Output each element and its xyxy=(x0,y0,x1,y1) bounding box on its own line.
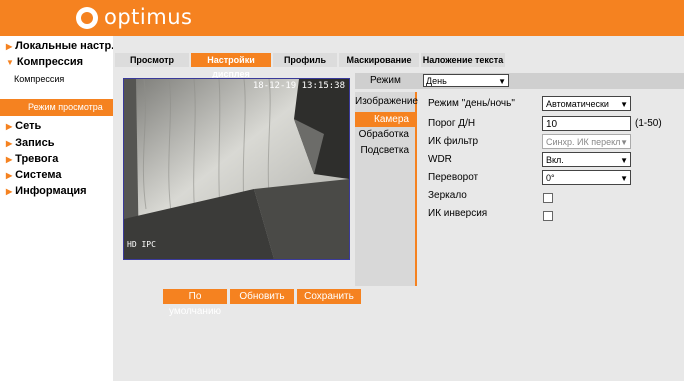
arrow-right-icon: ▶ xyxy=(6,122,13,131)
chevron-down-icon: ▼ xyxy=(620,100,628,109)
sidebar-item-network[interactable]: ▶ Сеть xyxy=(6,120,41,132)
threshold-range-hint: (1-50) xyxy=(635,118,662,129)
sidebar: ▶ Локальные настр. ▼ Компрессия Компрессия… xyxy=(0,36,114,381)
threshold-label: Порог Д/Н xyxy=(428,118,476,129)
sidebar-item-local[interactable]: ▶ Локальные настр. xyxy=(6,40,114,52)
save-button[interactable]: Сохранить xyxy=(297,289,361,304)
logo-text: optimus xyxy=(104,5,193,29)
subtab-processing[interactable]: Обработка xyxy=(355,129,415,140)
main-content: Просмотр Настройки дисплея Профиль Маски… xyxy=(113,36,684,381)
arrow-down-icon: ▼ xyxy=(6,58,14,67)
wdr-label: WDR xyxy=(428,154,452,165)
subtab-panel: Изображение Камера Обработка Подсветка xyxy=(355,92,418,286)
sidebar-item-alarm[interactable]: ▶ Тревога xyxy=(6,153,58,165)
sidebar-item-compression[interactable]: ▼ Компрессия xyxy=(6,56,83,68)
mode-select[interactable]: День ▼ xyxy=(423,74,509,87)
tab-preview[interactable]: Просмотр xyxy=(115,53,189,67)
irinvert-label: ИК инверсия xyxy=(428,208,488,219)
sidebar-subitem-compression[interactable]: Компрессия xyxy=(14,74,64,84)
daynight-select[interactable]: Автоматически ▼ xyxy=(542,96,631,111)
threshold-input[interactable]: 10 xyxy=(542,116,631,131)
video-timestamp: 18-12-19 13:15:38 xyxy=(252,81,345,91)
ircut-select: Синхр. ИК перекл ▼ xyxy=(542,134,631,149)
tab-masking[interactable]: Маскирование xyxy=(339,53,419,67)
arrow-right-icon: ▶ xyxy=(6,187,13,196)
sidebar-item-system[interactable]: ▶ Система xyxy=(6,169,61,181)
flip-select[interactable]: 0° ▼ xyxy=(542,170,631,185)
arrow-right-icon: ▶ xyxy=(6,171,13,180)
logo-icon xyxy=(76,7,98,29)
subtab-image[interactable]: Изображение xyxy=(355,96,418,107)
subtab-backlight[interactable]: Подсветка xyxy=(355,145,415,156)
tab-profile[interactable]: Профиль xyxy=(273,53,337,67)
sidebar-item-record[interactable]: ▶ Запись xyxy=(6,137,54,149)
sidebar-subitem-view-mode[interactable]: Режим просмотра xyxy=(0,99,113,116)
video-osd-label: HD IPC xyxy=(127,240,156,249)
mirror-label: Зеркало xyxy=(428,190,467,201)
ircut-label: ИК фильтр xyxy=(428,136,479,147)
irinvert-checkbox[interactable] xyxy=(543,211,553,221)
flip-label: Переворот xyxy=(428,172,479,183)
sidebar-item-info[interactable]: ▶ Информация xyxy=(6,185,87,197)
default-button[interactable]: По умолчанию xyxy=(163,289,227,317)
subtab-camera[interactable]: Камера xyxy=(355,112,415,127)
chevron-down-icon: ▼ xyxy=(620,138,628,147)
mirror-checkbox[interactable] xyxy=(543,193,553,203)
daynight-label: Режим "день/ночь" xyxy=(428,98,515,109)
chevron-down-icon: ▼ xyxy=(620,156,628,165)
refresh-button[interactable]: Обновить xyxy=(230,289,294,304)
wdr-select[interactable]: Вкл. ▼ xyxy=(542,152,631,167)
video-preview[interactable]: 18-12-19 13:15:38 HD IPC xyxy=(123,78,350,260)
arrow-right-icon: ▶ xyxy=(6,139,13,148)
tab-text-overlay[interactable]: Наложение текста xyxy=(421,53,505,67)
header-bar: optimus xyxy=(0,0,684,36)
arrow-right-icon: ▶ xyxy=(6,42,13,51)
chevron-down-icon: ▼ xyxy=(498,77,506,86)
arrow-right-icon: ▶ xyxy=(6,155,13,164)
chevron-down-icon: ▼ xyxy=(620,174,628,183)
mode-bar: Режим День ▼ xyxy=(355,73,684,89)
camera-feed-image xyxy=(124,79,349,259)
mode-label: Режим xyxy=(370,75,401,86)
tab-display-settings[interactable]: Настройки дисплея xyxy=(191,53,271,79)
